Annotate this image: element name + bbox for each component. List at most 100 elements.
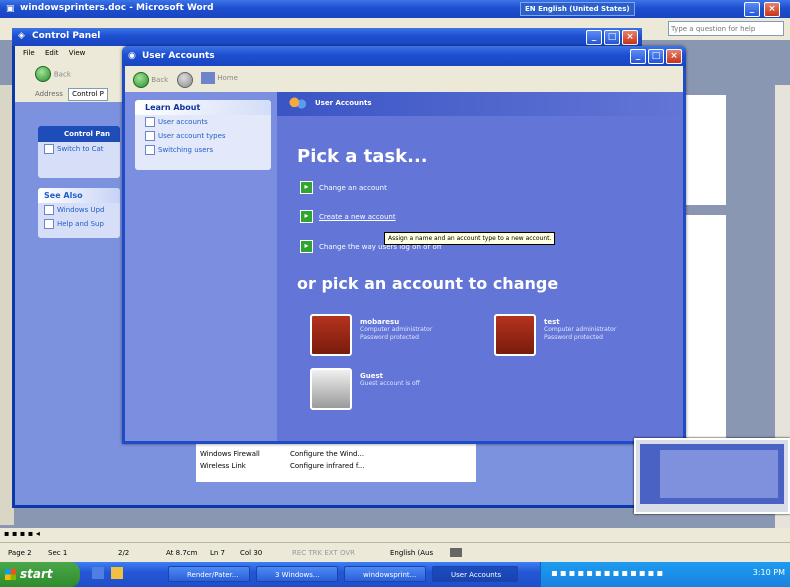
learn-account-types-link[interactable]: User account types [135, 129, 271, 143]
home-icon [201, 72, 215, 84]
spelling-status-icon[interactable] [450, 548, 462, 557]
see-also-help-support[interactable]: Help and Sup [38, 217, 120, 231]
ua-forward-button[interactable] [177, 72, 193, 88]
list-item-name: Windows Firewall [200, 450, 260, 458]
help-icon [44, 219, 54, 229]
learn-user-accounts-link[interactable]: User accounts [135, 115, 271, 129]
status-at: At 8.7cm [166, 549, 198, 557]
ua-minimize-button[interactable]: _ [630, 49, 646, 64]
task-arrow-icon: ▸ [300, 210, 313, 223]
account-tile[interactable]: test Computer administrator Password pro… [494, 314, 616, 356]
tray-icons[interactable]: ▪▪▪▪▪▪▪▪▪▪▪▪▪ [551, 568, 665, 579]
control-panel-icon: ◈ [18, 31, 25, 41]
cp-maximize-button[interactable]: □ [604, 30, 620, 45]
account-picture-chess [310, 314, 352, 356]
cp-back-button[interactable]: Back [35, 66, 71, 82]
pick-account-heading: or pick an account to change [297, 274, 559, 293]
ua-header-title: User Accounts [315, 99, 372, 107]
list-item[interactable]: Windows Firewall Configure the Wind... [196, 448, 476, 460]
window-thumbnail-preview [634, 438, 790, 514]
cp-see-also-box: See Also Windows Upd Help and Sup [38, 188, 120, 238]
ua-title-icon: ◉ [128, 51, 136, 61]
language-indicator[interactable]: EN English (United States) [520, 2, 635, 16]
ua-close-button[interactable]: × [666, 49, 682, 64]
cp-control-panel-box: Control Pan Switch to Cat [38, 126, 120, 178]
word-titlebar: ▣ windowsprinters.doc - Microsoft Word E… [0, 0, 790, 18]
status-language: English (Aus [390, 549, 434, 557]
ua-toolbar: Back Home [125, 66, 683, 93]
cp-items-list: Windows Firewall Configure the Wind... W… [196, 442, 476, 482]
account-picture-briefcase [310, 368, 352, 410]
word-close-button[interactable]: × [764, 2, 780, 17]
cp-close-button[interactable]: × [622, 30, 638, 45]
task-arrow-icon: ▸ [300, 240, 313, 253]
see-also-title: See Also [38, 188, 120, 203]
switch-view-link[interactable]: Switch to Cat [38, 142, 120, 156]
taskbar-item[interactable]: 3 Windows... [256, 566, 338, 582]
back-arrow-icon [133, 72, 149, 88]
tooltip: Assign a name and an account type to a n… [384, 232, 556, 245]
document-page-fragment-2 [686, 215, 726, 440]
start-button[interactable]: start [0, 562, 80, 587]
forward-arrow-icon [177, 72, 193, 88]
status-pages: 2/2 [118, 549, 130, 557]
status-col: Col 30 [240, 549, 263, 557]
account-name: mobaresu [360, 318, 400, 326]
see-also-windows-update[interactable]: Windows Upd [38, 203, 120, 217]
address-input[interactable]: Control P [68, 88, 108, 101]
user-accounts-icon [289, 96, 307, 112]
account-name: Guest [360, 372, 383, 380]
user-accounts-window: ◉ User Accounts _ □ × Back Home Learn Ab… [122, 46, 686, 444]
word-minimize-button[interactable]: _ [744, 2, 760, 17]
ua-titlebar: ◉ User Accounts _ □ × [122, 46, 686, 66]
help-topic-icon [145, 131, 155, 141]
ua-maximize-button[interactable]: □ [648, 49, 664, 64]
cp-side-title: Control Pan [38, 126, 120, 142]
cp-menu-edit[interactable]: Edit [45, 49, 59, 57]
help-topic-icon [145, 145, 155, 155]
status-section: Sec 1 [48, 549, 68, 557]
switch-view-icon [44, 144, 54, 154]
address-label: Address [35, 90, 63, 98]
ua-back-button[interactable]: Back [133, 72, 168, 88]
account-password-status: Password protected [360, 334, 419, 341]
account-name: test [544, 318, 560, 326]
quick-launch [92, 567, 127, 582]
taskbar-item[interactable]: windowsprint... [344, 566, 426, 582]
list-item-desc: Configure the Wind... [290, 450, 365, 458]
windows-logo-icon [5, 569, 16, 580]
word-statusbar: Page 2 Sec 1 2/2 At 8.7cm Ln 7 Col 30 RE… [0, 542, 790, 563]
word-hscroll-bar[interactable]: ▪ ▪ ▪ ▪ ◂ [0, 528, 790, 542]
account-type: Computer administrator [360, 326, 433, 333]
cp-menu-view[interactable]: View [69, 49, 86, 57]
quick-launch-ie-icon[interactable] [92, 567, 104, 579]
learn-switching-users-link[interactable]: Switching users [135, 143, 271, 157]
taskbar-item-active[interactable]: User Accounts [432, 566, 518, 582]
learn-about-title: Learn About [135, 100, 271, 115]
account-tile[interactable]: Guest Guest account is off [310, 368, 420, 410]
ask-question-input[interactable] [668, 21, 784, 36]
cp-minimize-button[interactable]: _ [586, 30, 602, 45]
account-status: Guest account is off [360, 380, 420, 387]
cp-menu-file[interactable]: File [23, 49, 35, 57]
task-create-account[interactable]: ▸ Create a new account [300, 210, 396, 223]
clock: 3:10 PM [752, 568, 785, 577]
status-page: Page 2 [8, 549, 32, 557]
ua-title: User Accounts [142, 51, 215, 61]
taskbar: start Render/Pater... 3 Windows... windo… [0, 562, 790, 587]
document-page-fragment [686, 95, 726, 205]
account-tile[interactable]: mobaresu Computer administrator Password… [310, 314, 432, 356]
learn-about-box: Learn About User accounts User account t… [135, 100, 271, 170]
system-tray: ▪▪▪▪▪▪▪▪▪▪▪▪▪ 3:10 PM [540, 562, 790, 587]
task-change-account[interactable]: ▸ Change an account [300, 181, 387, 194]
ua-home-button[interactable]: Home [201, 72, 238, 84]
quick-launch-desktop-icon[interactable] [110, 567, 123, 579]
view-buttons[interactable]: ▪ ▪ ▪ ▪ ◂ [4, 529, 40, 538]
back-arrow-icon [35, 66, 51, 82]
account-picture-chess [494, 314, 536, 356]
control-panel-titlebar: ◈ Control Panel _ □ × [12, 28, 642, 46]
taskbar-item[interactable]: Render/Pater... [168, 566, 250, 582]
word-app-icon: ▣ [6, 4, 15, 14]
list-item[interactable]: Wireless Link Configure infrared f... [196, 460, 476, 472]
help-topic-icon [145, 117, 155, 127]
